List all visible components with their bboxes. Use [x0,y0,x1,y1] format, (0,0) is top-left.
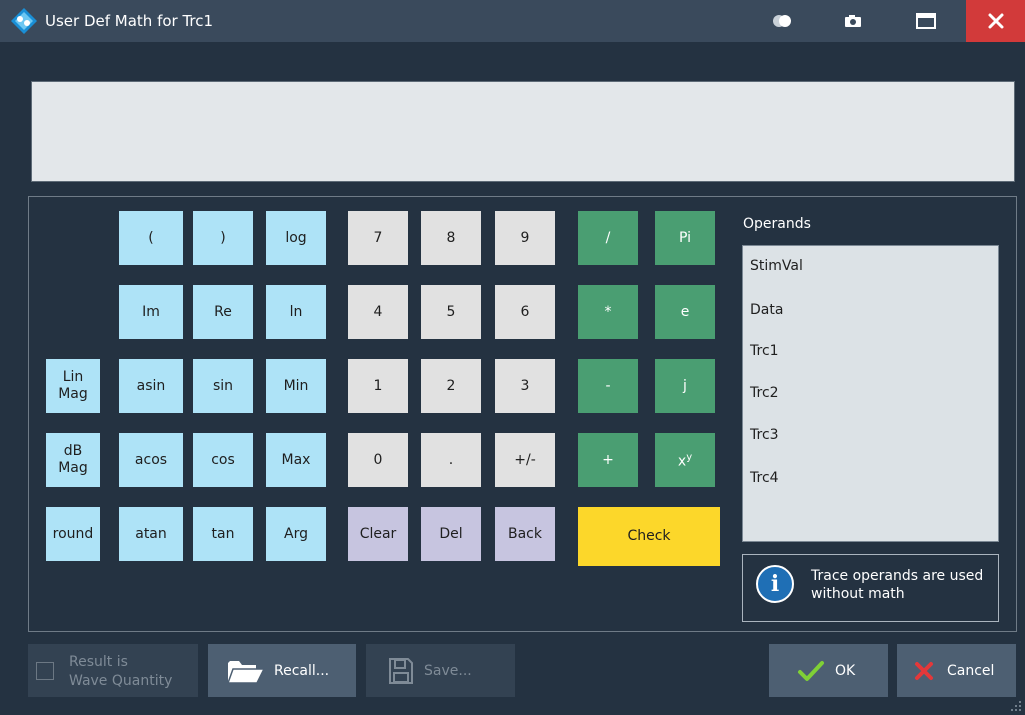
expression-input[interactable] [31,81,1015,182]
lin-mag-label-2: Mag [58,386,88,402]
clear-button[interactable]: Clear [348,507,408,561]
operands-label: Operands [743,216,811,232]
result-label-line-1: Result is [69,654,128,670]
power-button[interactable]: xy [655,433,715,487]
operand-trc4[interactable]: Trc4 [750,470,779,486]
window-title: User Def Math for Trc1 [45,12,214,30]
j-button[interactable]: j [655,359,715,413]
cancel-label: Cancel [947,662,995,679]
round-button[interactable]: round [46,507,100,561]
ok-button[interactable]: OK [769,644,888,697]
digit-5-button[interactable]: 5 [421,285,481,339]
camera-icon [845,15,861,27]
digit-9-button[interactable]: 9 [495,211,555,265]
max-button[interactable]: Max [266,433,326,487]
maximize-icon [916,13,936,29]
digit-2-button[interactable]: 2 [421,359,481,413]
cancel-x-icon [915,661,933,680]
divide-button[interactable]: / [578,211,638,265]
operand-trc3[interactable]: Trc3 [750,427,779,443]
info-box: i Trace operands are used without math [742,554,999,622]
info-text: Trace operands are used without math [811,568,984,602]
power-base-label: x [677,453,687,470]
cancel-button[interactable]: Cancel [897,644,1016,697]
digit-8-button[interactable]: 8 [421,211,481,265]
operands-list[interactable]: StimVal Data Trc1 Trc2 Trc3 Trc4 [742,245,999,542]
close-paren-button[interactable]: ) [193,211,253,265]
result-wave-quantity-label: Result is Wave Quantity [69,653,172,691]
digit-1-button[interactable]: 1 [348,359,408,413]
result-label-line-2: Wave Quantity [69,673,173,689]
tan-button[interactable]: tan [193,507,253,561]
save-button[interactable]: Save... [366,644,515,697]
recall-label: Recall... [274,662,330,679]
minus-button[interactable]: - [578,359,638,413]
log-button[interactable]: log [266,211,326,265]
maximize-button[interactable] [902,0,950,42]
toggle-theme-button[interactable] [758,0,806,42]
operand-trc1[interactable]: Trc1 [750,343,779,359]
db-mag-label-2: Mag [58,460,88,476]
close-icon [988,13,1003,29]
recall-button[interactable]: Recall... [208,644,356,697]
digit-4-button[interactable]: 4 [348,285,408,339]
close-button[interactable] [966,0,1025,42]
lin-mag-label-1: Lin [62,369,84,385]
decimal-point-button[interactable]: . [421,433,481,487]
min-button[interactable]: Min [266,359,326,413]
save-label: Save... [424,662,472,679]
plus-minus-button[interactable]: +/- [495,433,555,487]
result-wave-quantity-checkbox[interactable] [36,662,54,680]
check-button[interactable]: Check [578,507,720,566]
digit-7-button[interactable]: 7 [348,211,408,265]
operand-stimval[interactable]: StimVal [750,258,803,274]
atan-button[interactable]: atan [119,507,183,561]
save-icon [389,657,413,684]
rohde-schwarz-logo-icon [11,8,37,34]
db-mag-button[interactable]: dB Mag [46,433,100,487]
ln-button[interactable]: ln [266,285,326,339]
backspace-button[interactable]: Back [495,507,555,561]
title-bar: User Def Math for Trc1 [0,0,1025,42]
db-mag-label-1: dB [63,443,83,459]
pi-button[interactable]: Pi [655,211,715,265]
operand-trc2[interactable]: Trc2 [750,385,779,401]
acos-button[interactable]: acos [119,433,183,487]
cos-button[interactable]: cos [193,433,253,487]
sin-button[interactable]: sin [193,359,253,413]
plus-button[interactable]: + [578,433,638,487]
resize-grip-icon[interactable] [1010,700,1022,712]
multiply-button[interactable]: * [578,285,638,339]
power-exp-label: y [686,452,693,464]
asin-button[interactable]: asin [119,359,183,413]
re-button[interactable]: Re [193,285,253,339]
ok-label: OK [835,662,856,679]
delete-button[interactable]: Del [421,507,481,561]
folder-open-icon [226,660,266,684]
screenshot-button[interactable] [829,0,877,42]
im-button[interactable]: Im [119,285,183,339]
digit-3-button[interactable]: 3 [495,359,555,413]
operand-data[interactable]: Data [750,302,783,318]
arg-button[interactable]: Arg [266,507,326,561]
e-button[interactable]: e [655,285,715,339]
info-icon: i [756,565,794,603]
toggle-icon [773,15,791,27]
open-paren-button[interactable]: ( [119,211,183,265]
lin-mag-button[interactable]: Lin Mag [46,359,100,413]
digit-0-button[interactable]: 0 [348,433,408,487]
checkmark-icon [798,660,824,681]
digit-6-button[interactable]: 6 [495,285,555,339]
